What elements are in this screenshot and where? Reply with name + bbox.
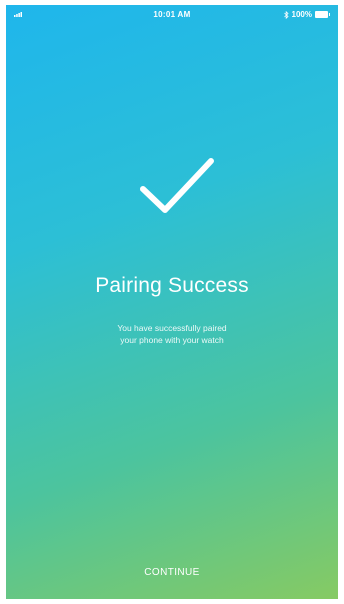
pairing-success-screen: 10:01 AM 100% Pairing Success You have s…: [6, 5, 338, 599]
battery-percent: 100%: [291, 10, 312, 19]
battery-icon: [315, 11, 330, 18]
checkmark-icon: [140, 158, 214, 213]
success-message: You have successfully paired your phone …: [72, 322, 272, 346]
bluetooth-icon: [283, 10, 289, 19]
success-message-line-1: You have successfully paired: [117, 323, 227, 333]
success-message-line-2: your phone with your watch: [120, 335, 224, 345]
page-title: Pairing Success: [95, 274, 249, 297]
status-bar: 10:01 AM 100%: [6, 5, 338, 25]
continue-button[interactable]: CONTINUE: [102, 557, 242, 587]
status-right: 100%: [283, 10, 330, 19]
